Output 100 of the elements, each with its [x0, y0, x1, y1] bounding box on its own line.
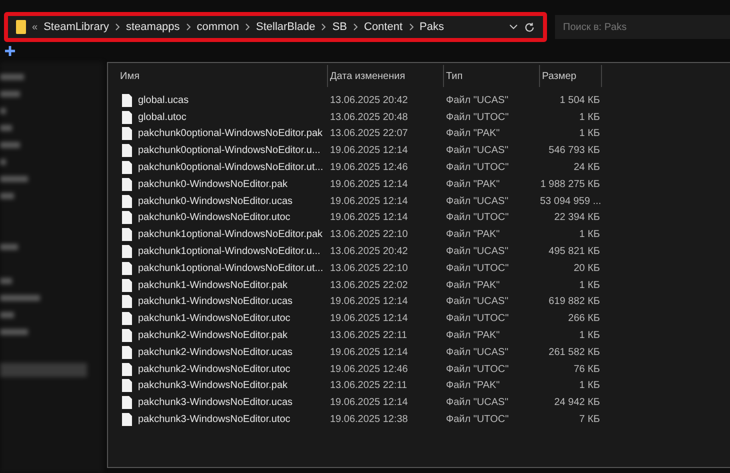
type-cell-text: Файл "PAK": [445, 228, 501, 242]
type-cell-text: Файл "PAK": [445, 379, 501, 394]
type-cell-text: Файл "UTOC": [445, 110, 510, 125]
search-field[interactable]: Поиск в: Paks: [555, 15, 730, 39]
file-name[interactable]: pakchunk3-WindowsNoEditor.ucas: [138, 395, 293, 410]
chevron-right-icon: [244, 23, 250, 31]
breadcrumb[interactable]: StellarBlade: [256, 18, 316, 36]
file-name[interactable]: pakchunk1-WindowsNoEditor.pak: [138, 278, 288, 293]
size-cell-text: 1 988 275 КБ: [540, 178, 601, 192]
file-icon: [122, 362, 132, 376]
file-name[interactable]: global.ucas: [138, 92, 189, 108]
column-header[interactable]: Тип: [444, 65, 540, 87]
date-cell-text: 19.06.2025 12:38: [329, 413, 409, 428]
type-cell-text: Файл "PAK": [445, 127, 501, 142]
size-cell-text: 1 КБ: [578, 278, 601, 293]
file-name[interactable]: pakchunk0-WindowsNoEditor.utoc: [138, 210, 290, 226]
file-name[interactable]: pakchunk1optional-WindowsNoEditor.pak: [138, 227, 323, 242]
date-cell-text: 13.06.2025 22:07: [329, 127, 409, 142]
date-cell-text: 19.06.2025 12:14: [329, 178, 409, 192]
type-cell-text: Файл "UCAS": [445, 396, 510, 410]
date-cell-text: 13.06.2025 20:42: [329, 245, 409, 260]
file-name[interactable]: pakchunk2-WindowsNoEditor.utoc: [138, 362, 290, 377]
file-name[interactable]: pakchunk1-WindowsNoEditor.utoc: [138, 311, 290, 326]
type-cell-text: Файл "UTOC": [445, 413, 510, 428]
refresh-icon[interactable]: [524, 22, 535, 32]
size-cell-text: 53 094 959 ...: [540, 194, 602, 209]
file-icon: [122, 346, 132, 359]
chevron-down-icon[interactable]: [509, 24, 518, 30]
date-cell-text: 13.06.2025 20:42: [329, 94, 409, 108]
type-cell-text: Файл "UTOC": [445, 362, 510, 377]
breadcrumb[interactable]: steamapps: [126, 18, 180, 36]
type-cell-text: Файл "UTOC": [445, 161, 510, 176]
size-cell-text: 7 КБ: [578, 413, 601, 428]
date-cell-text: 19.06.2025 12:46: [329, 161, 409, 176]
date-cell-text: 13.06.2025 22:10: [329, 262, 409, 276]
overflow-chevron[interactable]: «: [32, 20, 38, 34]
column-header[interactable]: Размер: [540, 65, 602, 87]
size-cell-text: 1 КБ: [578, 228, 601, 242]
file-icon: [122, 194, 132, 208]
type-cell-text: Файл "UCAS": [445, 245, 510, 260]
file-icon: [122, 127, 132, 140]
chevron-right-icon: [186, 23, 191, 31]
file-name[interactable]: pakchunk1optional-WindowsNoEditor.ut...: [138, 260, 324, 276]
file-icon: [122, 413, 132, 426]
chevron-right-icon: [408, 23, 414, 31]
file-name[interactable]: pakchunk1-WindowsNoEditor.ucas: [138, 294, 293, 310]
file-name[interactable]: global.utoc: [138, 110, 186, 125]
date-cell-text: 19.06.2025 12:14: [329, 211, 409, 226]
file-icon: [122, 329, 132, 342]
size-cell-text: 22 394 КБ: [553, 211, 601, 226]
file-icon: [122, 262, 132, 275]
file-icon: [122, 211, 132, 224]
address-bar[interactable]: « SteamLibrary steamapps common StellarBlade SB Content Paks: [4, 12, 547, 42]
file-name[interactable]: pakchunk2-WindowsNoEditor.pak: [138, 328, 288, 344]
size-cell-text: 20 КБ: [572, 262, 601, 276]
file-name[interactable]: pakchunk0optional-WindowsNoEditor.ut...: [138, 160, 324, 176]
size-cell-text: 24 КБ: [572, 161, 601, 176]
date-cell-text: 19.06.2025 12:14: [329, 144, 409, 158]
file-icon: [122, 144, 132, 158]
size-cell-text: 1 504 КБ: [558, 94, 601, 108]
size-cell-text: 495 821 КБ: [548, 245, 601, 260]
date-cell-text: 19.06.2025 12:46: [329, 362, 409, 377]
date-cell-text: 19.06.2025 12:14: [329, 194, 409, 209]
breadcrumb[interactable]: SteamLibrary: [44, 18, 109, 36]
size-cell-text: 266 КБ: [567, 312, 601, 326]
chevron-right-icon: [353, 23, 358, 31]
breadcrumb[interactable]: SB: [332, 18, 347, 36]
size-cell-text: 24 942 КБ: [553, 396, 601, 410]
size-cell-text: 619 882 КБ: [548, 295, 601, 310]
size-cell-text: 261 582 КБ: [548, 346, 601, 360]
type-cell-text: Файл "UCAS": [445, 346, 510, 360]
breadcrumb[interactable]: common: [196, 18, 239, 36]
column-header[interactable]: Дата изменения: [328, 65, 444, 87]
date-cell-text: 19.06.2025 12:14: [329, 312, 409, 326]
size-cell-text: 76 КБ: [572, 362, 601, 377]
file-name[interactable]: pakchunk0optional-WindowsNoEditor.pak: [138, 126, 323, 142]
file-icon: [122, 94, 132, 107]
plus-icon[interactable]: [4, 45, 16, 57]
date-cell-text: 13.06.2025 22:10: [329, 228, 409, 242]
file-name[interactable]: pakchunk0-WindowsNoEditor.pak: [138, 176, 288, 192]
file-icon: [122, 312, 132, 326]
type-cell-text: Файл "UTOC": [445, 262, 510, 276]
type-cell-text: Файл "UCAS": [445, 94, 510, 108]
file-name[interactable]: pakchunk0optional-WindowsNoEditor.u...: [138, 143, 320, 158]
file-name[interactable]: pakchunk0-WindowsNoEditor.ucas: [138, 194, 293, 209]
file-name[interactable]: pakchunk2-WindowsNoEditor.ucas: [138, 344, 293, 360]
type-cell-text: Файл "UCAS": [445, 144, 510, 158]
size-cell-text: 1 КБ: [578, 110, 601, 125]
size-cell-text: 546 793 КБ: [548, 144, 601, 158]
type-cell-text: Файл "PAK": [445, 178, 501, 192]
type-cell-text: Файл "UTOC": [445, 312, 510, 326]
breadcrumb[interactable]: Paks: [420, 18, 444, 36]
type-cell-text: Файл "UTOC": [445, 211, 510, 226]
file-name[interactable]: pakchunk1optional-WindowsNoEditor.u...: [138, 244, 320, 260]
breadcrumb[interactable]: Content: [364, 18, 403, 36]
column-header[interactable]: Имя: [118, 65, 328, 87]
chevron-right-icon: [321, 23, 326, 31]
file-icon: [122, 278, 132, 292]
file-name[interactable]: pakchunk3-WindowsNoEditor.pak: [138, 378, 288, 394]
file-name[interactable]: pakchunk3-WindowsNoEditor.utoc: [138, 412, 290, 428]
